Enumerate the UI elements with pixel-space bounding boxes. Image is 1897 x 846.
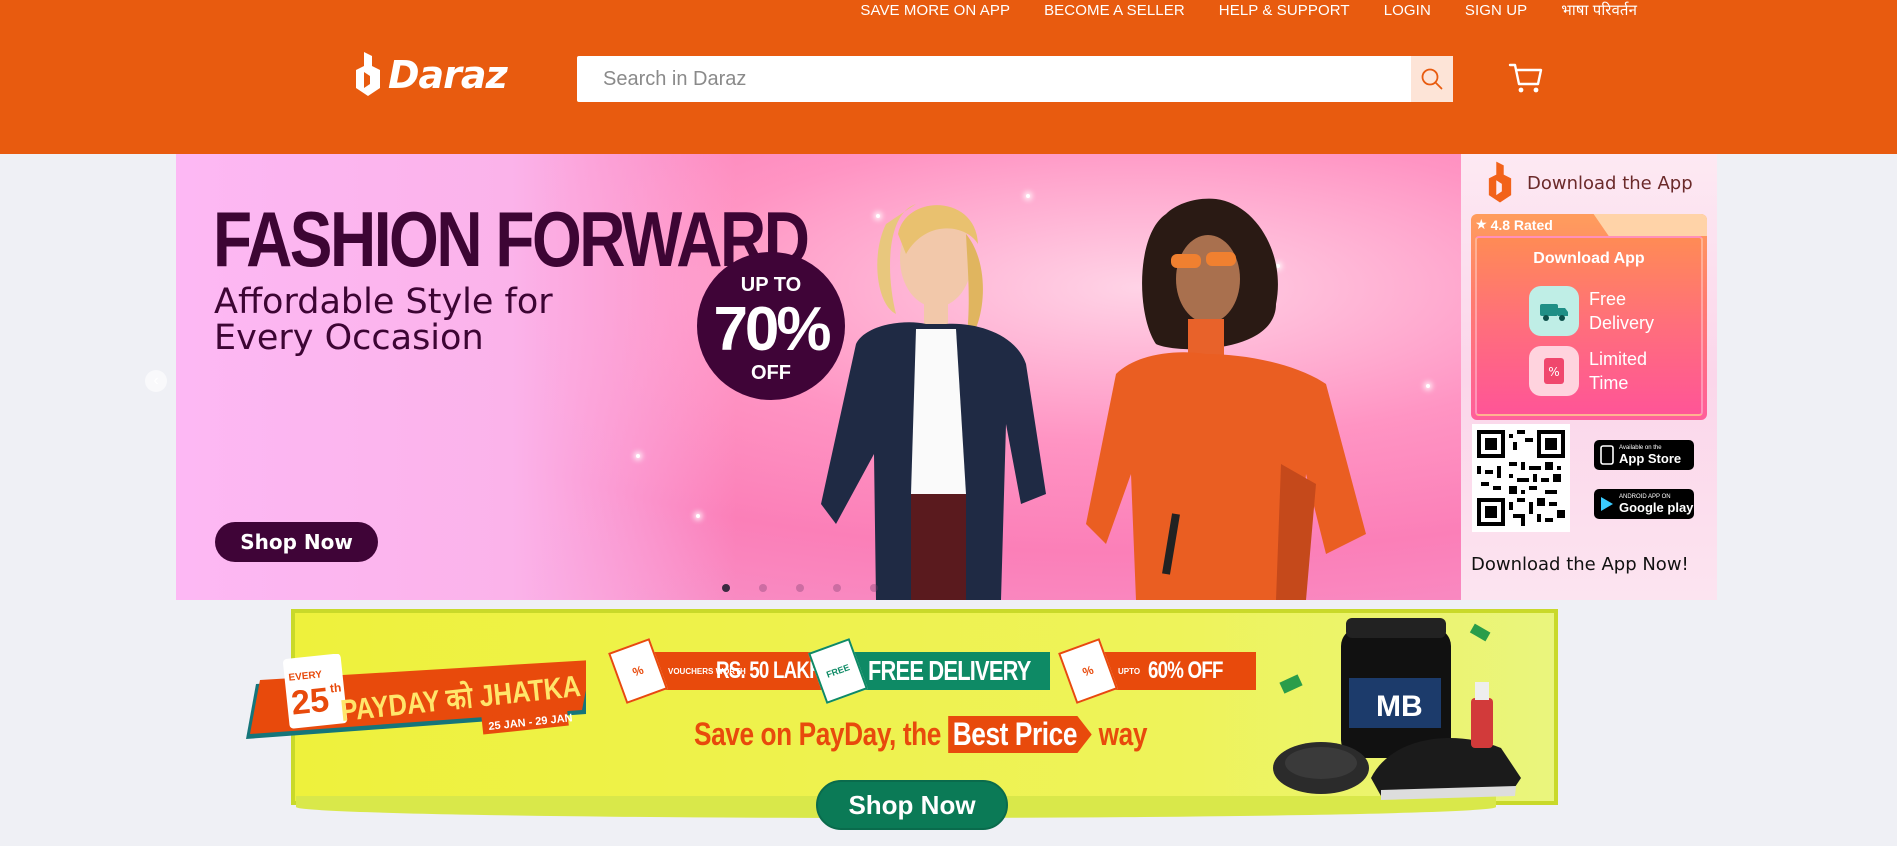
payday-shop-now-button[interactable]: Shop Now [816,780,1008,830]
hero-carousel[interactable]: FASHION FORWARD Affordable Style for Eve… [176,154,1461,600]
carousel-dots [722,584,878,592]
star-icon: ★ [1475,216,1488,232]
download-app-now-text: Download the App Now! [1471,554,1689,575]
download-app-card[interactable]: ★ 4.8 Rated Download App Free Delivery %… [1471,214,1707,420]
svg-text:%: % [1548,365,1559,379]
save-more-on-app-link[interactable]: SAVE MORE ON APP [860,2,1010,19]
qr-code-image [1477,430,1565,526]
sparkle-decoration [696,514,700,518]
app-qr-code [1472,424,1570,532]
sparkle-decoration [636,454,640,458]
model-denim-image [821,204,1046,600]
search-button[interactable] [1411,56,1453,102]
carousel-dot[interactable] [870,584,878,592]
language-switch-link[interactable]: भाषा परिवर्तन [1561,0,1637,20]
carousel-prev-arrow[interactable]: ‹ [145,370,167,392]
app-store-button[interactable]: Available on the App Store [1594,440,1694,470]
carousel-dot[interactable] [833,584,841,592]
sparkle-decoration [1426,384,1430,388]
delivery-truck-icon [1529,286,1579,336]
download-app-panel: Download the App ★ 4.8 Rated Download Ap… [1461,154,1717,600]
headline-pre: Save on PayDay, the [694,716,941,752]
chip-big-text: FREE DELIVERY [868,655,1031,686]
app-card-inner: Download App Free Delivery % Limited Tim… [1475,236,1703,416]
free-delivery-chip-body: FREE DELIVERY [852,652,1050,690]
payday-logo: EVERY 25 th PAYDAY को JHATKA 25 JAN - 29… [246,654,586,739]
daraz-logo[interactable]: Daraz [354,52,508,98]
carousel-dot[interactable] [796,584,804,592]
products-image: MB [1273,618,1521,800]
become-a-seller-link[interactable]: BECOME A SELLER [1044,2,1185,19]
payday-headline: Save on PayDay, the Best Price way [694,716,1147,753]
rating-tab-decoration [1593,214,1707,236]
discount-chip-body: UPTO 60% OFF [1102,652,1256,690]
carousel-dot[interactable] [722,584,730,592]
best-price-tag: Best Price [947,716,1092,753]
help-support-link[interactable]: HELP & SUPPORT [1219,2,1350,19]
hero-subtitle: Affordable Style for Every Occasion [214,282,553,358]
carousel-dot[interactable] [759,584,767,592]
app-panel-header[interactable]: Download the App [1487,160,1693,206]
app-rating: ★ 4.8 Rated [1475,216,1553,233]
hero-title: FASHION FORWARD [213,195,810,283]
app-panel-heading: Download the App [1527,172,1693,194]
cart-icon[interactable] [1508,60,1544,96]
feature-label: Free Delivery [1589,289,1655,333]
hero-shop-now-button[interactable]: Shop Now [215,522,378,562]
logo-text: Daraz [388,53,508,97]
chip-big-text: 60% OFF [1148,657,1223,684]
product-label: MB [1376,690,1423,723]
daraz-app-icon [1488,161,1512,203]
discount-chip: % UPTO 60% OFF [1058,638,1256,704]
top-navigation: SAVE MORE ON APP BECOME A SELLER HELP & … [860,0,1637,20]
rating-text: 4.8 Rated [1490,216,1553,233]
feature-label: Limited Time [1589,349,1648,393]
feature-free-delivery: Free Delivery [1529,286,1679,336]
search-icon [1421,68,1443,90]
voucher-icon: % [1529,346,1579,396]
signup-link[interactable]: SIGN UP [1465,2,1527,19]
play-icon [1601,497,1613,511]
phone-icon [1600,445,1614,465]
google-play-button[interactable]: ANDROID APP ON Google play [1594,489,1694,519]
site-header: SAVE MORE ON APP BECOME A SELLER HELP & … [0,0,1897,154]
payday-banner[interactable]: EVERY 25 th PAYDAY को JHATKA 25 JAN - 29… [236,606,1561,846]
model-orange-image [1086,198,1366,600]
headline-post: way [1098,716,1148,752]
app-store-big-text: App Store [1619,451,1682,466]
free-delivery-chip: FREE FREE DELIVERY [808,638,1050,704]
search-input[interactable] [577,56,1411,102]
download-app-label: Download App [1533,250,1645,267]
login-link[interactable]: LOGIN [1384,2,1431,19]
chip-small-text: VOUCHERS WORTH [668,666,746,676]
daraz-logo-icon [356,52,380,96]
feature-limited-time: % Limited Time [1529,346,1679,396]
chip-small-text: UPTO [1118,666,1141,676]
search-bar [577,56,1453,102]
payday-day-number: 25 [289,681,331,723]
google-play-big-text: Google play [1619,500,1694,515]
